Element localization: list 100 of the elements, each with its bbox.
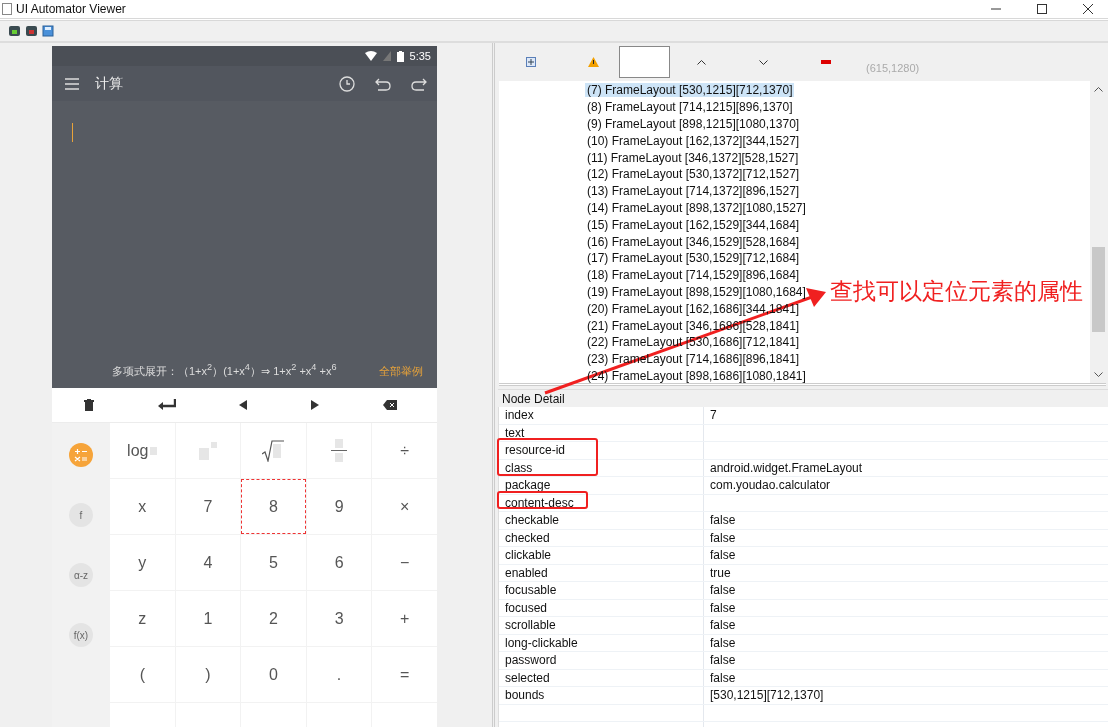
mode-button[interactable]: α-z (69, 563, 93, 587)
property-value: false (710, 670, 736, 685)
tree-item[interactable]: (17) FrameLayout [530,1529][712,1684] (585, 251, 802, 266)
tree-item[interactable]: (11) FrameLayout [346,1372][528,1527] (585, 150, 801, 165)
calculator-key[interactable]: 4 (175, 535, 241, 590)
property-name: resource-id (499, 442, 704, 459)
menu-icon[interactable] (65, 77, 79, 90)
power-template-icon (198, 441, 217, 460)
property-name: focused (499, 599, 704, 616)
calculator-key[interactable]: . (306, 647, 372, 702)
property-name: enabled (499, 564, 704, 581)
calculator-key[interactable]: z (110, 591, 175, 646)
close-icon[interactable] (1082, 3, 1094, 15)
scroll-down-icon[interactable] (1093, 372, 1103, 377)
calculator-key[interactable]: 2 (241, 591, 306, 646)
calculator-key[interactable]: ( (110, 647, 175, 702)
mode-button[interactable]: f(x) (69, 623, 93, 647)
redo-icon[interactable] (411, 76, 427, 91)
warning-icon[interactable] (588, 57, 599, 67)
history-icon[interactable] (339, 75, 355, 92)
tree-item[interactable]: (10) FrameLayout [162,1372][344,1527] (585, 133, 802, 148)
calculator-key[interactable]: x (110, 479, 175, 534)
window-title: UI Automator Viewer (16, 2, 126, 16)
property-value: com.youdao.calculator (710, 478, 831, 493)
tree-item[interactable]: (14) FrameLayout [898,1372][1080,1527] (585, 200, 808, 215)
expand-all-icon[interactable] (526, 57, 536, 67)
text-cursor (72, 123, 73, 142)
save-icon[interactable] (42, 25, 54, 37)
trash-icon[interactable] (83, 399, 94, 411)
property-value: false (710, 618, 736, 633)
tree-item[interactable]: (9) FrameLayout [898,1215][1080,1370] (585, 117, 802, 131)
property-value: [530,1215][712,1370] (710, 688, 824, 703)
operators-icon (74, 448, 88, 462)
left-arrow-icon[interactable] (239, 400, 248, 410)
tree-item[interactable]: (18) FrameLayout [714,1529][896,1684] (585, 268, 802, 283)
property-value: false (710, 583, 736, 598)
undo-icon[interactable] (375, 76, 391, 91)
scroll-thumb[interactable] (1091, 247, 1105, 332)
wifi-icon (364, 51, 377, 61)
calculator-key[interactable]: + (372, 591, 437, 646)
enter-icon[interactable] (157, 399, 176, 411)
calculator-key[interactable]: 9 (306, 479, 372, 534)
tree-item[interactable]: (12) FrameLayout [530,1372][712,1527] (585, 167, 802, 182)
maximize-icon[interactable] (1036, 3, 1048, 15)
calculator-key[interactable]: − (372, 535, 437, 590)
property-name: package (499, 477, 704, 494)
property-value: android.widget.FrameLayout (710, 460, 863, 475)
annotation-text: 查找可以定位元素的属性 (830, 277, 1083, 306)
property-name: scrollable (499, 617, 704, 634)
calculator-key[interactable]: log (110, 423, 175, 478)
property-name: focusable (499, 582, 704, 599)
property-name: checked (499, 529, 704, 546)
property-value: false (710, 653, 736, 668)
property-value: false (710, 635, 736, 650)
formula-example: 多项式展开：（1+x$^{2}$）(1+x$^{4}$）⇒ 1+x$^{2}$ +x$^{4}$ +x$^{6}$ (112, 362, 338, 379)
caret-up-icon[interactable] (697, 59, 706, 65)
calculator-key[interactable]: = (372, 647, 437, 702)
calculator-key[interactable]: 0 (241, 647, 306, 702)
tree-item[interactable]: (7) FrameLayout [530,1215][712,1370] (585, 83, 795, 98)
coordinates-label: (615,1280) (866, 62, 920, 74)
calculator-key[interactable]: × (372, 479, 437, 534)
battery-icon (396, 50, 404, 62)
calculator-key[interactable]: 3 (306, 591, 372, 646)
right-arrow-icon[interactable] (311, 400, 320, 410)
property-value: false (710, 600, 736, 615)
property-name: checkable (499, 512, 704, 529)
scroll-up-icon[interactable] (1093, 87, 1103, 92)
calculator-key[interactable]: 6 (306, 535, 372, 590)
calculator-key[interactable]: 1 (175, 591, 241, 646)
property-name: selected (499, 669, 704, 686)
property-name: bounds (499, 687, 704, 704)
property-value: false (710, 548, 736, 563)
calculator-key[interactable]: ÷ (372, 423, 437, 478)
device-screenshot-icon[interactable] (8, 25, 21, 37)
backspace-icon[interactable] (383, 400, 398, 410)
tree-item[interactable]: (13) FrameLayout [714,1372][896,1527] (585, 184, 802, 199)
property-value: false (710, 513, 736, 528)
tree-item[interactable]: (22) FrameLayout [530,1686][712,1841] (585, 335, 802, 350)
property-name: text (499, 424, 704, 441)
tree-item[interactable]: (8) FrameLayout [714,1215][896,1370] (585, 100, 795, 115)
property-name: index (499, 407, 704, 424)
property-name: class (499, 459, 704, 476)
calculator-key[interactable]: ) (175, 647, 241, 702)
mode-button[interactable]: f (69, 503, 93, 527)
calculator-key[interactable]: 7 (175, 479, 241, 534)
calculator-key[interactable]: 5 (241, 535, 306, 590)
property-name: content-desc (499, 494, 704, 511)
search-field[interactable] (619, 46, 670, 78)
property-name: long-clickable (499, 634, 704, 651)
tree-item[interactable]: (15) FrameLayout [162,1529][344,1684] (585, 217, 802, 232)
square-root-icon (262, 439, 285, 462)
property-value: 7 (710, 408, 717, 423)
calculator-key[interactable]: y (110, 535, 175, 590)
tree-item[interactable]: (16) FrameLayout [346,1529][528,1684] (585, 234, 802, 249)
app-title: 计算 (95, 74, 123, 93)
caret-down-icon[interactable] (759, 59, 768, 65)
device-screenshot-icon[interactable] (25, 25, 38, 37)
calculator-key[interactable]: 8 (241, 479, 306, 534)
property-value: true (710, 565, 731, 580)
tree-item[interactable]: (19) FrameLayout [898,1529][1080,1684] (585, 284, 808, 299)
